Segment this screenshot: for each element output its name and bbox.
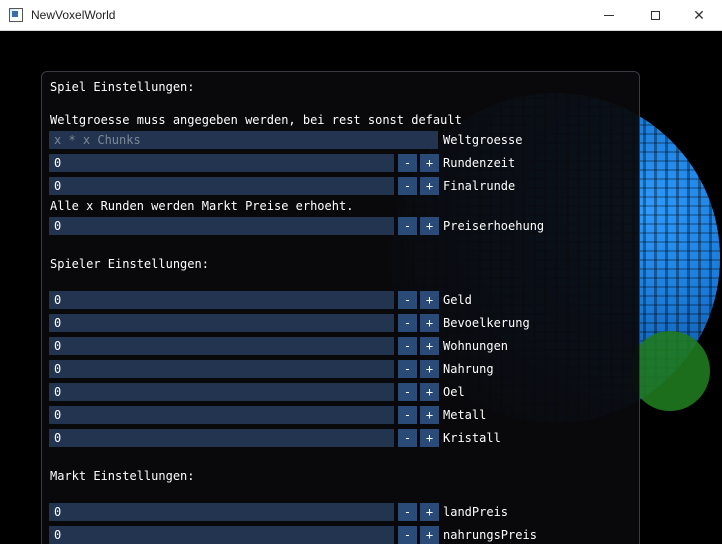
landpreis-minus-button[interactable]: - — [398, 503, 417, 521]
oel-value: 0 — [54, 385, 62, 399]
nahrungspreis-plus-button[interactable]: + — [420, 526, 439, 544]
geld-label: Geld — [443, 293, 472, 307]
round-time-minus-button[interactable]: - — [398, 154, 417, 172]
maximize-icon — [650, 10, 660, 20]
nahrung-label: Nahrung — [443, 362, 494, 376]
geld-input[interactable]: 0 — [49, 291, 394, 309]
final-round-input[interactable]: 0 — [49, 177, 394, 195]
kristall-plus-button[interactable]: + — [420, 429, 439, 447]
wohnungen-label: Wohnungen — [443, 339, 509, 353]
minimize-button[interactable] — [586, 0, 632, 30]
nahrung-input[interactable]: 0 — [49, 360, 394, 378]
round-time-input[interactable]: 0 — [49, 154, 394, 172]
bevoelkerung-input[interactable]: 0 — [49, 314, 394, 332]
price-increase-note: Alle x Runden werden Markt Preise erhoeh… — [50, 199, 354, 213]
bevoelkerung-plus-button[interactable]: + — [420, 314, 439, 332]
maximize-button[interactable] — [632, 0, 678, 30]
market-settings-header: Markt Einstellungen: — [50, 469, 195, 483]
kristall-minus-button[interactable]: - — [398, 429, 417, 447]
metall-plus-button[interactable]: + — [420, 406, 439, 424]
wohnungen-value: 0 — [54, 339, 62, 353]
nahrungspreis-label: nahrungsPreis — [443, 528, 537, 542]
landpreis-label: landPreis — [443, 505, 509, 519]
oel-minus-button[interactable]: - — [398, 383, 417, 401]
final-round-value: 0 — [54, 179, 62, 193]
settings-panel: Spiel Einstellungen: Weltgroesse muss an… — [41, 71, 640, 544]
globe-land-patch — [630, 331, 710, 411]
kristall-input[interactable]: 0 — [49, 429, 394, 447]
world-size-placeholder: x * x Chunks — [54, 133, 141, 147]
window-title: NewVoxelWorld — [31, 8, 116, 22]
oel-plus-button[interactable]: + — [420, 383, 439, 401]
metall-value: 0 — [54, 408, 62, 422]
price-increase-label: Preiserhoehung — [443, 219, 545, 233]
oel-label: Oel — [443, 385, 465, 399]
minimize-icon — [604, 14, 614, 16]
landpreis-value: 0 — [54, 505, 62, 519]
price-increase-plus-button[interactable]: + — [420, 217, 439, 235]
wohnungen-input[interactable]: 0 — [49, 337, 394, 355]
geld-value: 0 — [54, 293, 62, 307]
voxel-scene[interactable]: Spiel Einstellungen: Weltgroesse muss an… — [0, 31, 722, 544]
close-icon: ✕ — [693, 6, 705, 23]
app-icon — [9, 8, 23, 22]
kristall-label: Kristall — [443, 431, 501, 445]
metall-minus-button[interactable]: - — [398, 406, 417, 424]
wohnungen-minus-button[interactable]: - — [398, 337, 417, 355]
price-increase-value: 0 — [54, 219, 62, 233]
round-time-plus-button[interactable]: + — [420, 154, 439, 172]
geld-minus-button[interactable]: - — [398, 291, 417, 309]
nahrung-value: 0 — [54, 362, 62, 376]
final-round-minus-button[interactable]: - — [398, 177, 417, 195]
geld-plus-button[interactable]: + — [420, 291, 439, 309]
nahrung-plus-button[interactable]: + — [420, 360, 439, 378]
oel-input[interactable]: 0 — [49, 383, 394, 401]
final-round-plus-button[interactable]: + — [420, 177, 439, 195]
bevoelkerung-value: 0 — [54, 316, 62, 330]
bevoelkerung-label: Bevoelkerung — [443, 316, 530, 330]
metall-label: Metall — [443, 408, 487, 422]
round-time-label: Rundenzeit — [443, 156, 516, 170]
wohnungen-plus-button[interactable]: + — [420, 337, 439, 355]
landpreis-input[interactable]: 0 — [49, 503, 394, 521]
game-settings-header: Spiel Einstellungen: — [50, 80, 195, 94]
player-settings-header: Spieler Einstellungen: — [50, 257, 209, 271]
nahrungspreis-input[interactable]: 0 — [49, 526, 394, 544]
price-increase-input[interactable]: 0 — [49, 217, 394, 235]
nahrungspreis-minus-button[interactable]: - — [398, 526, 417, 544]
title-bar: NewVoxelWorld ✕ — [0, 0, 722, 31]
nahrungspreis-value: 0 — [54, 528, 62, 542]
bevoelkerung-minus-button[interactable]: - — [398, 314, 417, 332]
round-time-value: 0 — [54, 156, 62, 170]
price-increase-minus-button[interactable]: - — [398, 217, 417, 235]
world-size-input[interactable]: x * x Chunks — [49, 131, 438, 149]
world-size-label: Weltgroesse — [443, 133, 523, 147]
close-button[interactable]: ✕ — [676, 0, 722, 30]
metall-input[interactable]: 0 — [49, 406, 394, 424]
kristall-value: 0 — [54, 431, 62, 445]
nahrung-minus-button[interactable]: - — [398, 360, 417, 378]
landpreis-plus-button[interactable]: + — [420, 503, 439, 521]
final-round-label: Finalrunde — [443, 179, 516, 193]
world-size-note: Weltgroesse muss angegeben werden, bei r… — [50, 113, 462, 127]
